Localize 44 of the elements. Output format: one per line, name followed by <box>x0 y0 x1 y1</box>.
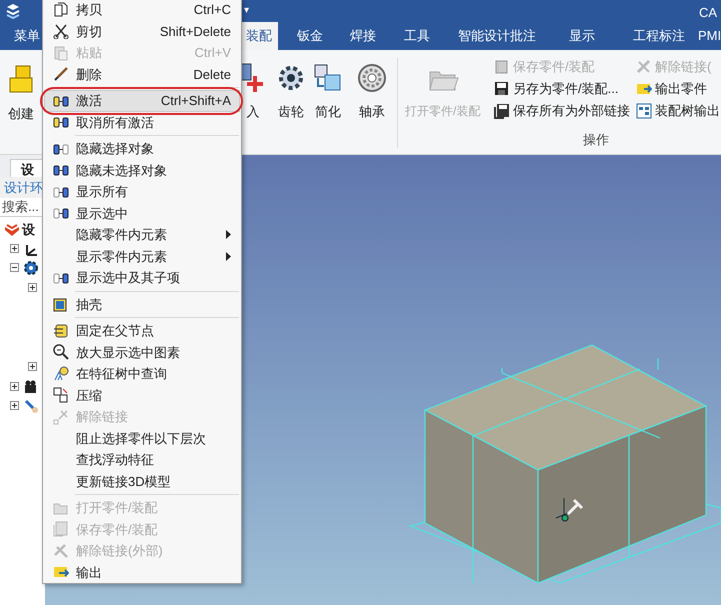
menu-item[interactable]: 抽壳 <box>44 294 240 315</box>
ribbon-tab[interactable]: 显示 <box>563 22 601 50</box>
menu-item[interactable]: 隐藏零件内元素 <box>44 224 240 246</box>
menu-item[interactable]: 输出 <box>44 562 240 583</box>
menu-item[interactable]: 显示所有 <box>44 181 240 202</box>
menu-item[interactable]: 隐藏未选择对象 <box>44 160 240 181</box>
ribbon-button[interactable]: 轴承 <box>356 62 388 122</box>
menu-item[interactable]: 放大显示选中图素 <box>44 342 240 363</box>
ribbon-tab[interactable]: 钣金 <box>291 22 329 50</box>
window-title: CA <box>699 4 718 22</box>
menu-item[interactable]: 显示选中 <box>44 202 240 224</box>
menu-item[interactable]: 显示选中及其子项 <box>44 267 240 288</box>
menu-item[interactable]: 在特征树中查询 <box>44 363 240 384</box>
menu-item[interactable]: 剪切 Shift+Delete <box>44 20 240 42</box>
create-button-label[interactable]: 创建 <box>8 104 34 124</box>
ribbon-tab[interactable]: PMI <box>692 22 721 50</box>
menu-item[interactable]: 查找浮动特征 <box>44 449 240 470</box>
ribbon-tab[interactable]: 装配 <box>240 22 278 50</box>
ribbon-small-button[interactable]: 保存所有为外部链接 <box>494 101 630 121</box>
ribbon-tab[interactable]: 工具 <box>398 22 436 50</box>
menu-item[interactable]: 取消所有激活 <box>44 112 240 133</box>
search-field[interactable]: 搜索... <box>0 198 45 217</box>
menu-item[interactable]: 更新链接3D模型 <box>44 470 240 492</box>
ribbon-small-button[interactable]: 输出零件 <box>636 79 707 99</box>
ribbon-tab[interactable]: 菜单 <box>8 22 46 50</box>
menu-item[interactable]: 拷贝 Ctrl+C <box>44 0 240 20</box>
ribbon-small-button[interactable]: 另存为零件/装配... <box>494 79 618 99</box>
ribbon-tab[interactable]: 智能设计批注 <box>452 22 542 50</box>
menu-item[interactable]: 压缩 <box>44 384 240 406</box>
ribbon-button[interactable]: 齿轮 <box>275 62 307 122</box>
menu-item[interactable]: 固定在父节点 <box>44 320 240 342</box>
ribbon-tab[interactable]: 工程标注 <box>627 22 691 50</box>
panel-header: 设计环 <box>0 177 45 198</box>
ribbon-small-button[interactable]: 装配树输出 <box>636 101 720 121</box>
menu-item[interactable]: 显示零件内元素 <box>44 246 240 267</box>
tree-item-label[interactable]: 设 <box>22 220 35 240</box>
panel-tab[interactable]: 设 <box>10 159 45 177</box>
menu-item[interactable]: 删除 Delete <box>44 64 240 85</box>
menu-item[interactable]: 阻止选择零件以下层次 <box>44 428 240 449</box>
quick-access-caret[interactable]: ▾ <box>244 3 249 18</box>
ribbon-tab[interactable]: 焊接 <box>344 22 382 50</box>
menu-item[interactable]: 隐藏选择对象 <box>44 138 240 160</box>
ribbon-button[interactable]: 简化 <box>312 62 344 122</box>
group-label: 操作 <box>583 131 609 149</box>
